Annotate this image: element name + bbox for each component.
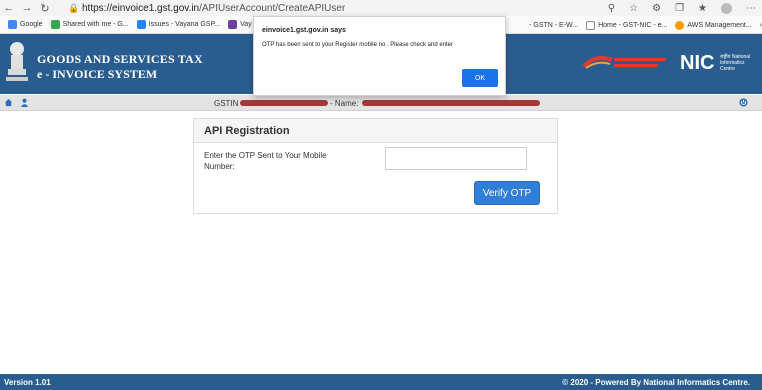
bookmark-home-gst-nic[interactable]: Home - GST-NIC - e... bbox=[586, 20, 667, 30]
collections-icon[interactable]: ❐ bbox=[675, 3, 684, 14]
browser-toolbar: ← → ↻ 🔒 https://einvoice1.gst.gov.in/API… bbox=[0, 0, 762, 16]
site-footer: Version 1.01 © 2020 - Powered By Nationa… bbox=[0, 374, 762, 390]
url-path: /APIUserAccount/CreateAPIUser bbox=[199, 2, 346, 14]
site-title: GOODS AND SERVICES TAX bbox=[37, 52, 203, 66]
favorites-bar-icon[interactable]: ★ bbox=[698, 3, 707, 14]
bookmark-shared[interactable]: Shared with me - G... bbox=[50, 20, 129, 29]
alert-dialog: einvoice1.gst.gov.in says OTP has been s… bbox=[253, 16, 506, 96]
bookmark-gstn[interactable]: - GSTN - E-W... bbox=[529, 22, 578, 29]
card-heading: API Registration bbox=[194, 119, 557, 143]
redacted-gstin bbox=[240, 100, 328, 106]
nic-logo-subtext: राष्ट्रीय National Informatics Centre bbox=[720, 54, 751, 72]
redacted-name bbox=[362, 100, 540, 106]
drive-icon bbox=[50, 20, 60, 29]
version-text: Version 1.01 bbox=[4, 378, 51, 387]
user-info-bar: GSTIN - Name: bbox=[0, 95, 762, 111]
dialog-message: OTP has been sent to your Register mobil… bbox=[262, 42, 453, 48]
search-icon[interactable]: ⚲ bbox=[608, 3, 615, 14]
aws-icon bbox=[675, 20, 685, 30]
powered-by-text: © 2020 - Powered By National Informatics… bbox=[562, 378, 750, 387]
back-icon[interactable]: ← bbox=[0, 2, 18, 14]
google-icon bbox=[8, 20, 17, 29]
home-icon[interactable] bbox=[4, 98, 13, 107]
national-emblem-icon bbox=[6, 42, 28, 81]
logout-power-icon[interactable] bbox=[739, 98, 748, 107]
forward-icon[interactable]: → bbox=[18, 2, 36, 14]
more-menu-icon[interactable]: ⋯ bbox=[746, 3, 756, 14]
extension-icon[interactable]: ⚙ bbox=[652, 3, 661, 14]
page-icon bbox=[586, 20, 596, 30]
profile-avatar[interactable] bbox=[721, 2, 732, 14]
otp-label: Enter the OTP Sent to Your Mobile Number… bbox=[204, 151, 327, 171]
dialog-ok-button[interactable]: OK bbox=[462, 69, 498, 87]
bookmark-aws[interactable]: AWS Management... bbox=[675, 20, 752, 30]
favorite-star-icon[interactable]: ☆ bbox=[629, 3, 638, 14]
verify-otp-button[interactable]: Verify OTP bbox=[474, 181, 540, 205]
url-host: https://einvoice1.gst.gov.in bbox=[82, 2, 200, 14]
address-bar[interactable]: 🔒 https://einvoice1.gst.gov.in/APIUserAc… bbox=[68, 3, 345, 14]
user-icon[interactable] bbox=[20, 98, 29, 107]
name-label: - Name: bbox=[330, 99, 359, 108]
app-icon bbox=[228, 20, 238, 29]
dialog-title: einvoice1.gst.gov.in says bbox=[262, 27, 346, 34]
gstin-label: GSTIN bbox=[214, 99, 239, 108]
digital-india-logo bbox=[582, 56, 666, 69]
otp-input[interactable] bbox=[385, 147, 527, 170]
bookmark-issues[interactable]: Issues - Vayana GSP... bbox=[136, 20, 220, 29]
lock-icon: 🔒 bbox=[68, 2, 80, 13]
site-subtitle: e - INVOICE SYSTEM bbox=[37, 67, 158, 81]
bookmark-google[interactable]: Google bbox=[8, 20, 43, 29]
api-registration-card: API Registration Enter the OTP Sent to Y… bbox=[193, 118, 558, 214]
refresh-icon[interactable]: ↻ bbox=[36, 2, 54, 15]
jira-icon bbox=[136, 20, 146, 29]
nic-logo: NIC bbox=[680, 52, 715, 74]
